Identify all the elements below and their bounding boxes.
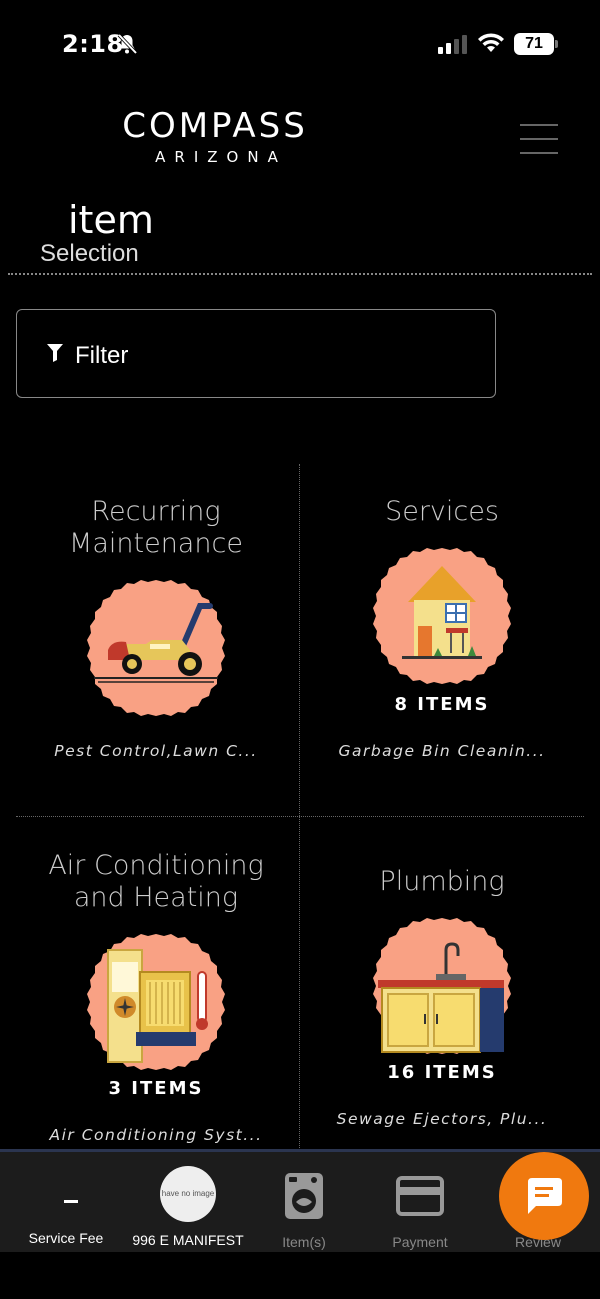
sink-cabinet-icon — [373, 918, 511, 1054]
status-time: 2:18 — [62, 30, 124, 58]
nav-item-property[interactable]: have no image 996 E MANIFEST — [132, 1152, 244, 1252]
category-tile-recurring-maintenance[interactable]: Recurring Maintenance Pest Control,Lawn … — [14, 480, 298, 810]
nav-label: Item(s) — [282, 1234, 326, 1250]
category-item-count: 8 ITEMS — [394, 694, 490, 715]
page-title: item — [68, 198, 154, 242]
category-title: Services — [385, 496, 499, 527]
category-title: Plumbing — [379, 866, 505, 897]
house-icon — [373, 548, 511, 684]
category-tile-air-conditioning[interactable]: Air Conditioning and Heating 3 ITEMS Air… — [14, 834, 298, 1150]
category-item-count: 16 ITEMS — [387, 1062, 497, 1083]
category-description: Air Conditioning Syst... — [49, 1126, 263, 1144]
nav-item-service-fee[interactable]: Service Fee — [6, 1152, 126, 1252]
category-description: Sewage Ejectors, Plu... — [336, 1110, 548, 1128]
chat-bubble-icon — [528, 1178, 562, 1214]
battery-level: 71 — [514, 33, 554, 55]
category-item-count: 3 ITEMS — [108, 1078, 204, 1099]
compass-logo[interactable]: COMPASS — [108, 106, 322, 146]
service-fee-value — [64, 1200, 78, 1203]
home-indicator-area — [0, 1252, 600, 1299]
credit-card-icon — [396, 1176, 444, 1216]
washing-machine-icon — [285, 1173, 323, 1219]
category-description: Pest Control,Lawn C... — [54, 742, 258, 760]
chat-button[interactable] — [499, 1152, 589, 1240]
nav-label: 996 E MANIFEST — [132, 1232, 244, 1248]
filter-button[interactable]: Filter — [16, 309, 496, 398]
category-tile-services[interactable]: Services 8 ITEMS Garbage Bin Cleanin... — [300, 480, 584, 810]
page-subtitle: Selection — [40, 240, 139, 267]
category-title: Air Conditioning and Heating — [48, 850, 264, 913]
lawn-mower-icon — [87, 580, 225, 716]
nav-label: Service Fee — [28, 1230, 104, 1246]
compass-logo-region: ARIZONA — [155, 148, 287, 166]
hamburger-menu-icon[interactable] — [520, 124, 560, 156]
status-bar: 2:18 71 — [0, 0, 600, 90]
battery-icon: 71 — [514, 33, 560, 55]
bell-slash-icon — [117, 33, 138, 55]
category-description: Garbage Bin Cleanin... — [338, 742, 546, 760]
cellular-signal-icon — [438, 35, 467, 54]
category-title: Recurring Maintenance — [69, 496, 243, 559]
wifi-icon — [478, 33, 504, 52]
grid-divider-horizontal — [16, 816, 584, 817]
title-divider — [8, 273, 592, 275]
filter-label: Filter — [75, 342, 129, 369]
air-conditioner-icon — [87, 934, 225, 1070]
nav-item-items[interactable]: Item(s) — [254, 1152, 354, 1252]
funnel-icon — [47, 344, 63, 362]
property-avatar: have no image — [160, 1166, 216, 1222]
nav-item-payment[interactable]: Payment — [370, 1152, 470, 1252]
category-tile-plumbing[interactable]: Plumbing 16 ITEMS Sewage Ejectors, Plu..… — [300, 834, 584, 1150]
nav-label: Payment — [392, 1234, 448, 1250]
